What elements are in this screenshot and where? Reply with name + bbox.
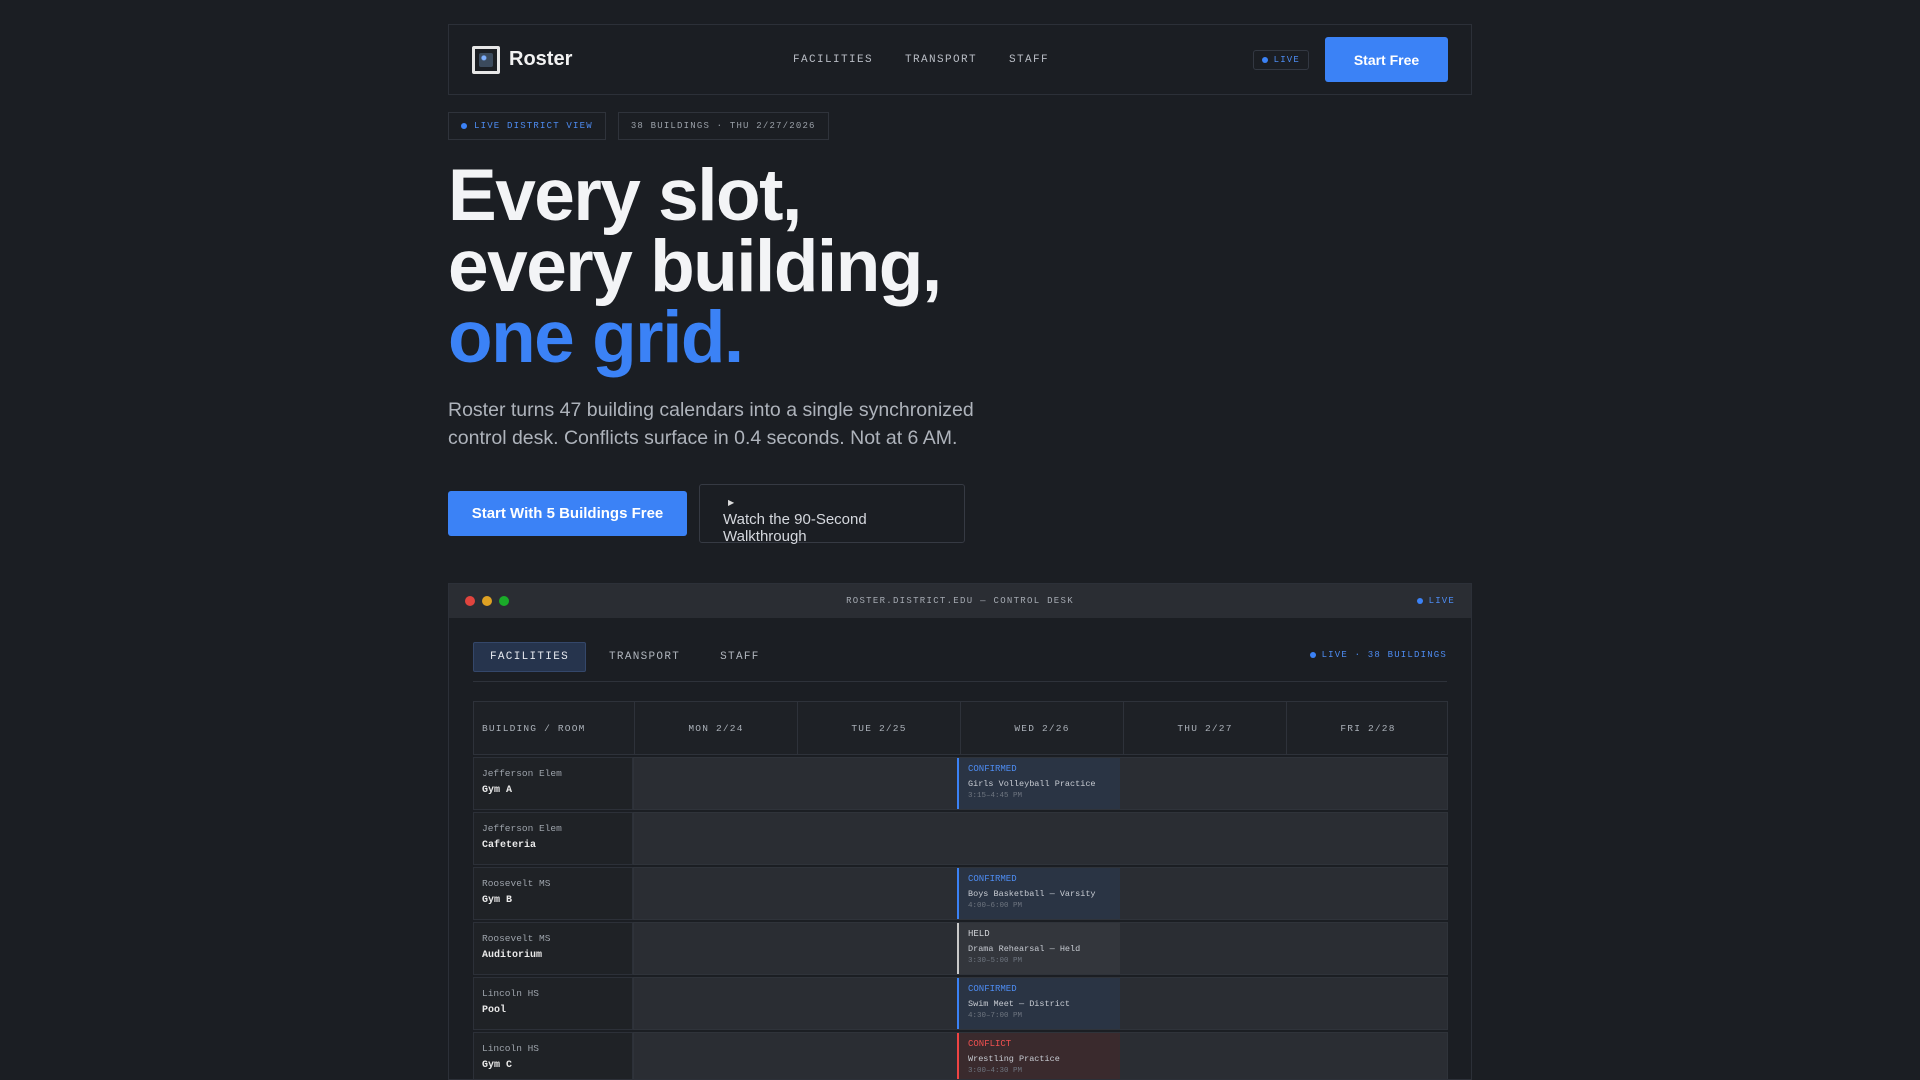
room-name: Cafeteria — [482, 840, 537, 851]
booking-status: CONFIRMED — [968, 874, 1017, 884]
headline-line-3: one grid. — [448, 297, 744, 378]
column-header: THU 2/27 — [1123, 702, 1286, 754]
schedule-grid: BUILDING / ROOM MON 2/24 TUE 2/25 WED 2/… — [473, 701, 1448, 1079]
booking-confirmed[interactable]: CONFIRMED Boys Basketball — Varsity 4:00… — [957, 868, 1120, 919]
day-cells[interactable]: CONFIRMED Swim Meet — District 4:30–7:00… — [633, 977, 1448, 1030]
hero-headline: Every slot, every building, one grid. — [448, 155, 1472, 378]
live-label: LIVE — [1273, 54, 1300, 65]
live-district-label: LIVE DISTRICT VIEW — [474, 121, 593, 131]
room-label[interactable]: Roosevelt MS Auditorium — [473, 922, 633, 975]
brand-logo[interactable]: Roster — [472, 45, 573, 74]
grid-header: BUILDING / ROOM MON 2/24 TUE 2/25 WED 2/… — [473, 701, 1448, 755]
live-district-badge: LIVE DISTRICT VIEW — [448, 112, 606, 140]
grid-row: Lincoln HS Gym C CONFLICT Wrestling Prac… — [473, 1032, 1448, 1079]
live-dot-icon — [1309, 652, 1316, 658]
booking-name: Girls Volleyball Practice — [968, 779, 1096, 789]
booking-name: Swim Meet — District — [968, 999, 1071, 1009]
booking-name: Drama Rehearsal — Held — [968, 944, 1081, 954]
booking-status: CONFLICT — [968, 1039, 1012, 1049]
live-dot-icon — [1261, 56, 1268, 63]
column-header: TUE 2/25 — [797, 702, 960, 754]
nav-link-facilities[interactable]: FACILITIES — [793, 54, 873, 66]
room-name: Gym A — [482, 785, 513, 796]
live-dot-icon — [1416, 598, 1423, 604]
booking-time: 3:30–5:00 PM — [968, 957, 1023, 965]
building-name: Roosevelt MS — [482, 878, 551, 889]
booking-time: 3:00–4:30 PM — [968, 1067, 1023, 1075]
buildings-date-badge: 38 BUILDINGS · THU 2/27/2026 — [617, 112, 829, 140]
buildings-date-label: 38 BUILDINGS · THU 2/27/2026 — [630, 121, 816, 131]
grid-row: Jefferson Elem Gym A CONFIRMED Girls Vol… — [473, 757, 1448, 810]
booking-time: 3:15–4:45 PM — [968, 792, 1023, 800]
column-header: BUILDING / ROOM — [482, 722, 586, 734]
hero-badges: LIVE DISTRICT VIEW 38 BUILDINGS · THU 2/… — [448, 112, 1472, 140]
room-name: Gym C — [482, 1060, 513, 1071]
booking-status: CONFIRMED — [968, 764, 1017, 774]
start-with-5-buildings-button[interactable]: Start With 5 Buildings Free — [448, 491, 687, 536]
room-name: Gym B — [482, 895, 513, 906]
building-name: Lincoln HS — [482, 988, 540, 999]
nav-link-transport[interactable]: TRANSPORT — [905, 54, 977, 66]
booking-confirmed[interactable]: CONFIRMED Girls Volleyball Practice 3:15… — [957, 758, 1120, 809]
column-header: WED 2/26 — [960, 702, 1123, 754]
grid-row: Roosevelt MS Gym B CONFIRMED Boys Basket… — [473, 867, 1448, 920]
tab-staff[interactable]: STAFF — [703, 642, 777, 672]
booking-conflict[interactable]: CONFLICT Wrestling Practice 3:00–4:30 PM — [957, 1033, 1120, 1079]
column-header: MON 2/24 — [634, 702, 797, 754]
window-live-label: LIVE — [1428, 596, 1455, 606]
app-tabs: FACILITIES TRANSPORT STAFF LIVE · 38 BUI… — [473, 642, 1447, 682]
day-cells[interactable] — [633, 812, 1448, 865]
grid-row: Lincoln HS Pool CONFIRMED Swim Meet — Di… — [473, 977, 1448, 1030]
booking-held[interactable]: HELD Drama Rehearsal — Held 3:30–5:00 PM — [957, 923, 1120, 974]
booking-confirmed[interactable]: CONFIRMED Swim Meet — District 4:30–7:00… — [957, 978, 1120, 1029]
roster-logo-icon — [472, 45, 500, 74]
column-header: FRI 2/28 — [1286, 702, 1449, 754]
booking-time: 4:30–7:00 PM — [968, 1012, 1023, 1020]
day-cells[interactable]: CONFLICT Wrestling Practice 3:00–4:30 PM — [633, 1032, 1448, 1079]
window-url: ROSTER.DISTRICT.EDU — CONTROL DESK — [846, 596, 1074, 606]
booking-name: Wrestling Practice — [968, 1054, 1060, 1064]
window-live-status: LIVE — [1416, 596, 1455, 606]
headline-line-2: every building, — [448, 226, 942, 307]
building-name: Jefferson Elem — [482, 823, 562, 834]
booking-time: 4:00–6:00 PM — [968, 902, 1023, 910]
room-label[interactable]: Lincoln HS Gym C — [473, 1032, 633, 1079]
building-name: Roosevelt MS — [482, 933, 551, 944]
start-free-button[interactable]: Start Free — [1325, 37, 1448, 82]
tabs-live-label: LIVE · 38 BUILDINGS — [1321, 650, 1447, 660]
day-cells[interactable]: HELD Drama Rehearsal — Held 3:30–5:00 PM — [633, 922, 1448, 975]
day-cells[interactable]: CONFIRMED Girls Volleyball Practice 3:15… — [633, 757, 1448, 810]
day-cells[interactable]: CONFIRMED Boys Basketball — Varsity 4:00… — [633, 867, 1448, 920]
room-label[interactable]: Roosevelt MS Gym B — [473, 867, 633, 920]
control-desk-window: ROSTER.DISTRICT.EDU — CONTROL DESK LIVE … — [448, 583, 1472, 1080]
live-status-pill: LIVE — [1252, 49, 1309, 70]
tab-transport[interactable]: TRANSPORT — [592, 642, 697, 672]
top-nav: Roster FACILITIES TRANSPORT STAFF LIVE S… — [448, 24, 1472, 95]
nav-links: FACILITIES TRANSPORT STAFF — [793, 54, 1049, 66]
brand-name: Roster — [509, 48, 573, 70]
building-name: Lincoln HS — [482, 1043, 540, 1054]
booking-status: HELD — [968, 929, 990, 939]
grid-row: Jefferson Elem Cafeteria — [473, 812, 1448, 865]
room-name: Auditorium — [482, 950, 543, 961]
grid-row: Roosevelt MS Auditorium HELD Drama Rehea… — [473, 922, 1448, 975]
tabs-live-status: LIVE · 38 BUILDINGS — [1309, 650, 1447, 660]
nav-link-staff[interactable]: STAFF — [1009, 54, 1049, 66]
room-label[interactable]: Jefferson Elem Cafeteria — [473, 812, 633, 865]
play-icon: ▶ — [728, 498, 735, 507]
live-dot-icon — [461, 123, 467, 129]
watch-walkthrough-label: Watch the 90-Second Walkthrough — [723, 511, 867, 545]
room-label[interactable]: Jefferson Elem Gym A — [473, 757, 633, 810]
booking-status: CONFIRMED — [968, 984, 1017, 994]
hero-ctas: Start With 5 Buildings Free ▶ Watch the … — [448, 484, 1472, 545]
building-name: Jefferson Elem — [482, 768, 562, 779]
tab-facilities[interactable]: FACILITIES — [473, 642, 587, 672]
booking-name: Boys Basketball — Varsity — [968, 889, 1096, 899]
headline-line-1: Every slot, — [448, 155, 802, 236]
room-label[interactable]: Lincoln HS Pool — [473, 977, 633, 1030]
hero-subtitle: Roster turns 47 building calendars into … — [448, 399, 974, 449]
window-titlebar: ROSTER.DISTRICT.EDU — CONTROL DESK LIVE — [449, 584, 1471, 618]
watch-walkthrough-button[interactable]: ▶ Watch the 90-Second Walkthrough — [699, 484, 965, 545]
room-name: Pool — [482, 1005, 507, 1016]
